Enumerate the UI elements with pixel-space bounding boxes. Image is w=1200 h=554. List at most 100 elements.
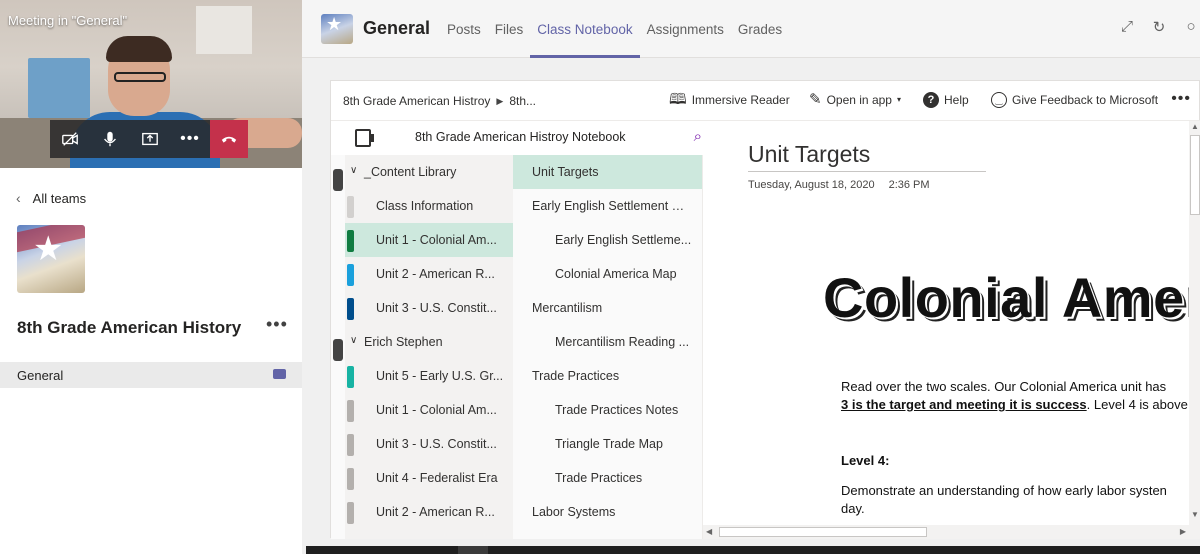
taskbar xyxy=(306,546,1200,554)
section-item[interactable]: Class Information xyxy=(345,189,513,223)
page-item[interactable]: Unit Targets xyxy=(513,155,702,189)
scroll-thumb[interactable] xyxy=(1190,135,1200,215)
channel-avatar: ★ xyxy=(321,14,353,44)
share-screen-icon[interactable] xyxy=(130,120,170,158)
chevron-down-icon: ▾ xyxy=(896,95,901,104)
page-heading: Colonial America xyxy=(823,266,1189,329)
sections-pane: ∨ _Content Library Class Information Uni… xyxy=(345,155,513,539)
microphone-icon[interactable] xyxy=(90,120,130,158)
chevron-down-icon: ∨ xyxy=(350,335,358,346)
section-color-tab xyxy=(347,196,354,218)
camera-off-icon[interactable] xyxy=(50,120,90,158)
section-color-tab xyxy=(347,366,354,388)
onenote-frame: 8th Grade American Histroy ▶ 8th... 🕮 Im… xyxy=(330,80,1200,539)
meeting-title: Meeting in "General" xyxy=(8,13,128,28)
section-item[interactable]: Unit 5 - Early U.S. Gr... xyxy=(345,359,513,393)
scroll-up-icon[interactable]: ▲ xyxy=(1191,122,1199,131)
section-group-content-library[interactable]: ∨ _Content Library xyxy=(345,155,513,189)
page-item[interactable]: Early English Settlement Sli... xyxy=(513,189,702,223)
section-color-tab xyxy=(347,400,354,422)
subpage-item[interactable]: Colonial America Map xyxy=(513,257,702,291)
page-item[interactable]: Trade Practices xyxy=(513,359,702,393)
tab-grades[interactable]: Grades xyxy=(731,0,789,58)
section-item[interactable]: Unit 4 - Federalist Era xyxy=(345,461,513,495)
star-icon: ★ xyxy=(33,230,64,268)
tab-assignments[interactable]: Assignments xyxy=(640,0,731,58)
notebook-title: 8th Grade American Histroy Notebook xyxy=(415,130,626,144)
onenote-toolbar: 8th Grade American Histroy ▶ 8th... 🕮 Im… xyxy=(331,81,1200,121)
section-color-tab xyxy=(347,230,354,252)
tab-posts[interactable]: Posts xyxy=(440,0,488,58)
page-item[interactable]: Mercantilism xyxy=(513,291,702,325)
expand-icon[interactable]: ⤢ xyxy=(1118,18,1136,36)
team-more-options-icon[interactable]: ••• xyxy=(266,314,288,335)
give-feedback-button[interactable]: ‿ Give Feedback to Microsoft xyxy=(991,92,1158,108)
page-title[interactable]: Unit Targets xyxy=(748,141,986,172)
channel-tabs: Posts Files Class Notebook Assignments G… xyxy=(440,0,789,58)
scroll-down-icon[interactable]: ▼ xyxy=(1191,510,1199,519)
channel-header: ★ General Posts Files Class Notebook Ass… xyxy=(302,0,1200,58)
section-item[interactable]: Unit 3 - U.S. Constit... xyxy=(345,291,513,325)
breadcrumb-section[interactable]: 8th... xyxy=(509,94,536,108)
subpage-item[interactable]: Early English Settleme... xyxy=(513,223,702,257)
team-name: 8th Grade American History xyxy=(17,318,242,337)
tab-files[interactable]: Files xyxy=(488,0,531,58)
refresh-icon[interactable]: ↻ xyxy=(1150,18,1168,36)
page-date: Tuesday, August 18, 2020 2:36 PM xyxy=(748,179,930,191)
section-item[interactable]: Unit 2 - American R... xyxy=(345,257,513,291)
smiley-icon: ‿ xyxy=(991,92,1007,108)
subpage-item[interactable]: Trade Practices xyxy=(513,461,702,495)
more-options-icon[interactable]: ••• xyxy=(1171,90,1191,108)
horizontal-scrollbar[interactable]: ◀ ▶ xyxy=(703,525,1189,539)
breadcrumb: 8th Grade American Histroy ▶ 8th... xyxy=(343,94,536,108)
page-item[interactable]: Labor Systems xyxy=(513,495,702,529)
breadcrumb-notebook[interactable]: 8th Grade American Histroy xyxy=(343,94,490,108)
notebook-header: 8th Grade American Histroy Notebook ⌕ xyxy=(345,121,702,155)
search-icon[interactable]: ⌕ xyxy=(694,128,702,145)
section-color-tab xyxy=(347,468,354,490)
chevron-left-icon: ‹ xyxy=(16,190,21,206)
chevron-right-icon: ▶ xyxy=(496,95,504,106)
more-actions-icon[interactable]: ••• xyxy=(170,120,210,158)
section-item[interactable]: Unit 1 - Colonial Am... xyxy=(345,223,513,257)
meeting-video: Meeting in "General" ••• xyxy=(0,0,302,168)
team-avatar: ★ xyxy=(17,225,85,293)
page-canvas[interactable]: Unit Targets Tuesday, August 18, 2020 2:3… xyxy=(703,121,1189,525)
section-color-tab xyxy=(347,298,354,320)
scroll-right-icon[interactable]: ▶ xyxy=(1180,527,1186,536)
meeting-active-icon xyxy=(273,369,286,379)
scroll-thumb[interactable] xyxy=(719,527,927,537)
hang-up-icon[interactable] xyxy=(210,120,248,158)
help-icon: ? xyxy=(923,92,939,108)
left-panel: Meeting in "General" ••• ‹ All teams ★ 8… xyxy=(0,0,302,554)
collapse-gutter xyxy=(331,155,345,539)
page-paragraph: Read over the two scales. Our Colonial A… xyxy=(841,379,1188,412)
section-item[interactable]: Unit 2 - American R... xyxy=(345,495,513,529)
scroll-left-icon[interactable]: ◀ xyxy=(706,527,712,536)
notebook-icon[interactable] xyxy=(355,129,374,147)
section-group-student[interactable]: ∨ Erich Stephen xyxy=(345,325,513,359)
level-description: Demonstrate an understanding of how earl… xyxy=(841,483,1167,516)
section-item[interactable]: Unit 3 - U.S. Constit... xyxy=(345,427,513,461)
vertical-scrollbar[interactable]: ▲ ▼ xyxy=(1189,121,1200,539)
subpage-item[interactable]: Trade Practices Notes xyxy=(513,393,702,427)
help-button[interactable]: ? Help xyxy=(923,92,969,108)
subpage-item[interactable]: Triangle Trade Map xyxy=(513,427,702,461)
chevron-down-icon: ∨ xyxy=(350,165,358,176)
channel-title: General xyxy=(363,18,431,38)
channel-item-general[interactable]: General xyxy=(0,362,302,388)
pencil-icon: ✎ xyxy=(809,91,822,108)
tab-class-notebook[interactable]: Class Notebook xyxy=(530,0,640,58)
all-teams-link[interactable]: ‹ All teams xyxy=(16,190,86,206)
section-item[interactable]: Unit 1 - Colonial Am... xyxy=(345,393,513,427)
immersive-reader-button[interactable]: 🕮 Immersive Reader xyxy=(669,92,790,107)
section-color-tab xyxy=(347,502,354,524)
pages-pane: Unit Targets Early English Settlement Sl… xyxy=(513,155,703,539)
channel-label: General xyxy=(17,367,64,383)
subpage-item[interactable]: Mercantilism Reading ... xyxy=(513,325,702,359)
all-teams-label: All teams xyxy=(32,190,87,206)
section-color-tab xyxy=(347,264,354,286)
globe-icon[interactable]: ○ xyxy=(1182,18,1200,36)
open-in-app-button[interactable]: ✎ Open in app ▾ xyxy=(809,92,901,107)
book-icon: 🕮 xyxy=(669,91,687,108)
